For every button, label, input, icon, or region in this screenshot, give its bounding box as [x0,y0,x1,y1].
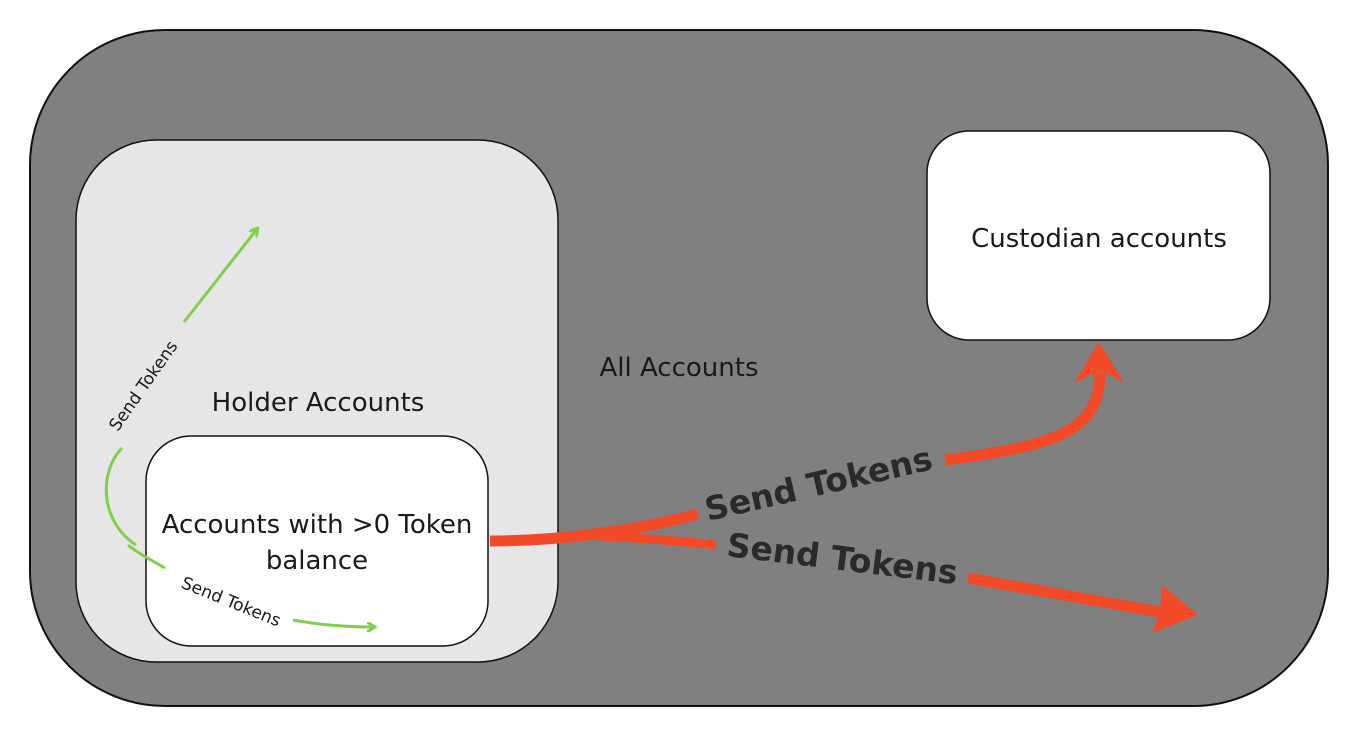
nonzero-balance-label-line1: Accounts with >0 Token [162,510,473,540]
custodian-accounts-label: Custodian accounts [971,224,1227,254]
nonzero-balance-label-line2: balance [266,546,368,576]
nonzero-balance-accounts-region [145,435,489,647]
holder-accounts-label: Holder Accounts [212,388,425,418]
account-sets-diagram: All Accounts Holder Accounts Accounts wi… [29,29,1329,707]
all-accounts-label: All Accounts [599,353,758,383]
